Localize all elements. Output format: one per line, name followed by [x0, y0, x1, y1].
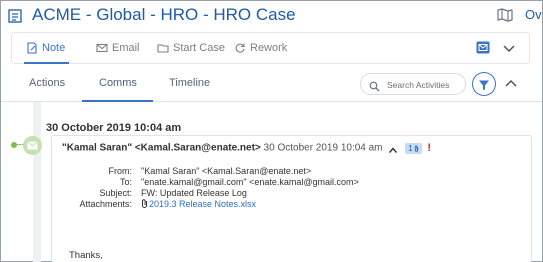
- email-meta-labels: From: To: Subject: Attachments:: [72, 166, 132, 210]
- active-tab-indicator: [82, 100, 153, 102]
- case-title: ACME - Global - HRO - HRO Case: [32, 5, 296, 24]
- timeline-track: [33, 102, 41, 262]
- map-icon[interactable]: [497, 8, 513, 22]
- email-card[interactable]: "Kamal Saran" <Kamal.Saran@enate.net> 30…: [51, 135, 532, 262]
- caret-up-icon[interactable]: [389, 145, 398, 153]
- case-window: ACME - Global - HRO - HRO Case Ov Note E…: [0, 0, 543, 262]
- important-flag: !: [427, 142, 431, 154]
- mail-square-icon[interactable]: [476, 41, 490, 54]
- overview-tab-truncated[interactable]: Ov: [525, 7, 542, 22]
- email-date: 30 October 2019 10:04 am: [263, 142, 383, 154]
- tabs-row: Actions Comms Timeline: [1, 67, 542, 102]
- rework-button[interactable]: Rework: [234, 33, 287, 63]
- subject-value: FW: Updated Release Log: [141, 188, 247, 198]
- search-icon: [369, 79, 380, 92]
- attachment-count-badge[interactable]: 1: [405, 142, 422, 154]
- note-button[interactable]: Note: [23, 33, 70, 64]
- filter-button[interactable]: [472, 72, 496, 96]
- attachments-label: Attachments:: [79, 199, 132, 209]
- chevron-down-icon[interactable]: [502, 41, 516, 55]
- email-header: "Kamal Saran" <Kamal.Saran@enate.net> 30…: [62, 142, 431, 154]
- attachment-row: 2019.3 Release Notes.xlsx: [141, 199, 359, 210]
- email-sender: "Kamal Saran" <Kamal.Saran@enate.net>: [62, 142, 261, 154]
- to-label: To:: [119, 177, 132, 187]
- from-value: "Kamal Saran" <Kamal.Saran@enate.net>: [141, 166, 312, 176]
- note-button-label: Note: [42, 42, 66, 54]
- note-icon: [27, 42, 37, 54]
- rework-icon: [235, 43, 245, 53]
- timeline-dot: [11, 142, 17, 148]
- subject-label: Subject:: [99, 188, 132, 198]
- paperclip-icon: [414, 144, 418, 152]
- tab-timeline[interactable]: Timeline: [169, 77, 210, 89]
- start-case-button[interactable]: Start Case: [157, 33, 225, 63]
- search-box: [360, 73, 466, 95]
- email-button-label: Email: [112, 42, 140, 54]
- email-button[interactable]: Email: [96, 33, 140, 63]
- tab-comms[interactable]: Comms: [99, 77, 137, 89]
- case-document-icon: [8, 9, 22, 23]
- tab-actions[interactable]: Actions: [29, 77, 65, 89]
- attachment-count: 1: [408, 143, 413, 153]
- envelope-icon: [27, 141, 38, 150]
- email-body: Thanks,: [69, 250, 103, 261]
- start-case-button-label: Start Case: [173, 42, 225, 54]
- filter-icon: [478, 78, 490, 90]
- search-input[interactable]: [387, 77, 463, 92]
- timeline-email-node: [23, 136, 42, 155]
- chevron-up-icon[interactable]: [504, 77, 518, 91]
- email-meta-values: "Kamal Saran" <Kamal.Saran@enate.net> "e…: [141, 166, 359, 210]
- timeline-date-heading: 30 October 2019 10:04 am: [46, 122, 182, 134]
- to-value: "enate.kamal@gmail.com" <enate.kamal@gma…: [141, 177, 359, 187]
- action-bar: Note Email Start Case Rework: [11, 32, 530, 64]
- case-header: ACME - Global - HRO - HRO Case Ov: [1, 1, 542, 31]
- folder-icon: [157, 44, 169, 53]
- attachment-link[interactable]: 2019.3 Release Notes.xlsx: [149, 199, 256, 209]
- paperclip-icon: [141, 199, 148, 208]
- envelope-icon: [96, 43, 108, 53]
- from-label: From:: [108, 166, 133, 176]
- rework-button-label: Rework: [250, 42, 288, 54]
